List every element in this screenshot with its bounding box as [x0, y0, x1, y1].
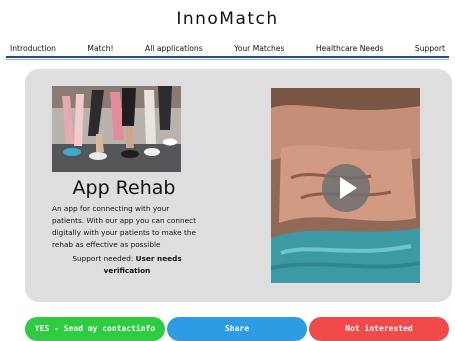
nav-divider	[6, 56, 449, 58]
support-label: Support needed:	[72, 254, 136, 263]
nav-your-matches[interactable]: Your Matches	[230, 44, 288, 53]
nav-all-applications[interactable]: All applications	[141, 44, 207, 53]
brand-logo: InnoMatch	[176, 9, 279, 29]
main-nav: Introduction Match! All applications You…	[6, 41, 449, 55]
nav-introduction[interactable]: Introduction	[6, 44, 60, 53]
app-thumbnail	[52, 86, 181, 172]
app-description: An app for connecting with your patients…	[52, 204, 196, 249]
not-interested-button[interactable]: Not interested	[309, 317, 449, 341]
nav-divider-secondary	[6, 59, 449, 60]
play-icon[interactable]	[322, 164, 370, 212]
send-contactinfo-button[interactable]: YES - Send my contactinfo	[25, 317, 165, 341]
share-button[interactable]: Share	[167, 317, 307, 341]
nav-match[interactable]: Match!	[83, 44, 117, 53]
support-needed: Support needed: User needs verification	[52, 253, 202, 277]
nav-healthcare-needs[interactable]: Healthcare Needs	[312, 44, 388, 53]
app-title: App Rehab	[72, 177, 176, 199]
nav-support[interactable]: Support	[411, 44, 449, 53]
